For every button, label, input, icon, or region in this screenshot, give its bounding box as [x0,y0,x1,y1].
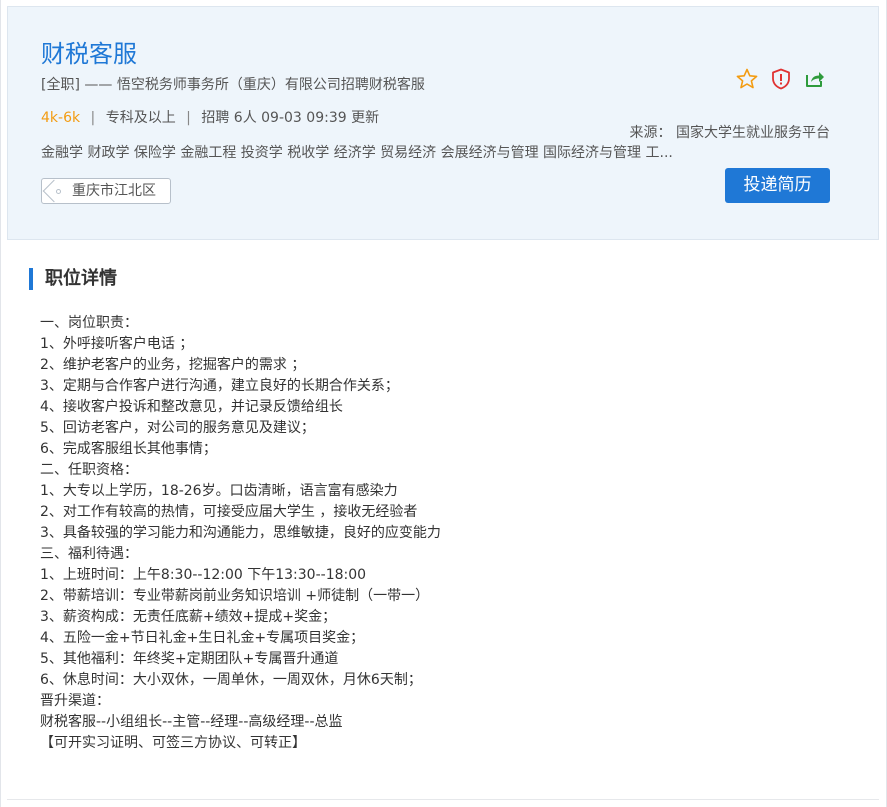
job-subtitle: [全职] —— 悟空税务师事务所（重庆）有限公司招聘财税客服 [41,77,425,93]
job-details-section: 职位详情 一、岗位职责： 1、外呼接听客户电话 ； 2、维护老客户的业务，挖掘客… [7,240,879,800]
job-header: 财税客服 [全职] —— 悟空税务师事务所（重庆）有限公司招聘财税客服 4k-6… [7,6,879,240]
job-source: 来源： 国家大学生就业服务平台 [629,125,830,141]
apply-resume-button[interactable]: 投递简历 [725,168,830,203]
description-line: 1、大专以上学历，18-26岁。口齿清晰，语言富有感染力 [40,483,398,499]
tag-icon [42,179,66,203]
location-label: 重庆市江北区 [72,183,156,199]
location-tag: 重庆市江北区 [41,178,171,204]
meta-separator: | [90,110,96,126]
description-line: 6、休息时间：大小双休，一周单休，一周双休，月休6天制； [40,672,422,688]
description-line: 5、回访老客户，对公司的服务意见及建议； [40,420,315,436]
job-description: 一、岗位职责： 1、外呼接听客户电话 ； 2、维护老客户的业务，挖掘客户的需求 … [40,313,840,754]
share-icon[interactable] [803,67,827,91]
job-meta: 4k-6k | 专科及以上 | 招聘 6人 09-03 09:39 更新 [41,108,379,128]
description-line: 2、维护老客户的业务，挖掘客户的需求 ； [40,357,306,373]
description-line: 1、上班时间：上午8:30--12:00 下午13:30--18:00 [40,567,367,583]
description-line: 4、接收客户投诉和整改意见，并记录反馈给组长 [40,399,343,415]
description-line: 4、五险一金+节日礼金+生日礼金+专属项目奖金； [40,630,365,646]
shield-alert-icon[interactable] [769,67,793,91]
recruit-info: 招聘 6人 09-03 09:39 更新 [201,110,380,126]
tag-hole [56,189,61,194]
job-title: 财税客服 [41,40,137,68]
section-title: 职位详情 [29,268,117,290]
description-line: 一、岗位职责： [40,315,138,331]
description-line: 3、定期与合作客户进行沟通，建立良好的长期合作关系； [40,378,399,394]
description-line: 财税客服--小组组长--主管--经理--高级经理--总监 [40,714,343,730]
meta-separator: | [186,110,191,126]
action-icons [735,65,827,93]
description-line: 晋升渠道： [40,693,110,709]
description-line: 三、福利待遇： [40,546,138,562]
description-line: 6、完成客服组长其他事情； [40,441,217,457]
description-line: 3、具备较强的学习能力和沟通能力，思维敏捷，良好的应变能力 [40,525,441,541]
description-line: 5、其他福利：年终奖+定期团队+专属晋升通道 [40,651,339,667]
description-line: 2、带薪培训：专业带薪岗前业务知识培训 +师徒制（一带一） [40,588,430,604]
major-list: 金融学 财政学 保险学 金融工程 投资学 税收学 经济学 贸易经济 会展经济与管… [41,145,673,161]
star-icon[interactable] [735,67,759,91]
salary-range: 4k-6k [41,110,81,126]
description-line: 3、薪资构成：无责任底薪+绩效+提成+奖金； [40,609,337,625]
description-line: 2、对工作有较高的热情，可接受应届大学生 ，接收无经验者 [40,504,418,520]
education-requirement: 专科及以上 [105,110,176,126]
description-line: 1、外呼接听客户电话 ； [40,336,194,352]
description-line: 【可开实习证明、可签三方协议、可转正】 [40,735,306,751]
job-detail-page: 财税客服 [全职] —— 悟空税务师事务所（重庆）有限公司招聘财税客服 4k-6… [0,0,887,807]
description-line: 二、任职资格： [40,462,138,478]
